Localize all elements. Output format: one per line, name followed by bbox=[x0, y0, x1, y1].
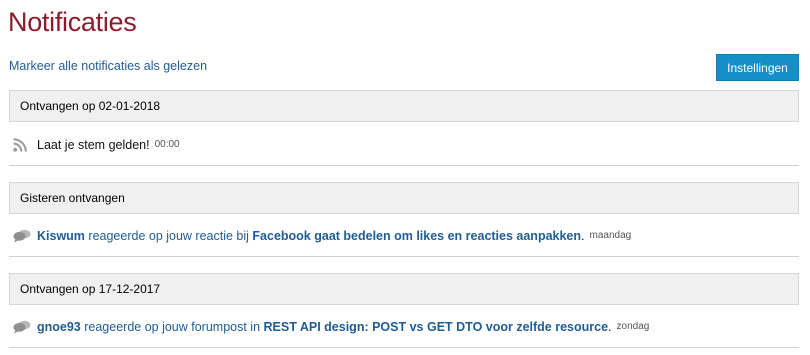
notifications-page: Notificaties Markeer alle notificaties a… bbox=[0, 0, 810, 355]
group-header: Ontvangen op 17-12-2017 bbox=[9, 273, 799, 305]
notification-user-link[interactable]: Kiswum bbox=[37, 229, 85, 243]
settings-button[interactable]: Instellingen bbox=[716, 54, 799, 81]
notification-user-link[interactable]: gnoe93 bbox=[37, 320, 81, 334]
notification-time: maandag bbox=[589, 230, 632, 241]
notification-message: Laat je stem gelden! bbox=[37, 137, 150, 152]
rss-icon bbox=[13, 137, 31, 153]
notification-item[interactable]: gnoe93 reageerde op jouw forumpost in RE… bbox=[9, 306, 799, 348]
notification-time: 00:00 bbox=[154, 139, 180, 150]
notification-period: . bbox=[581, 228, 585, 243]
comments-icon bbox=[13, 319, 31, 335]
comments-icon bbox=[13, 228, 31, 244]
notification-item[interactable]: Laat je stem gelden! 00:00 bbox=[9, 124, 799, 166]
group-header: Gisteren ontvangen bbox=[9, 182, 799, 214]
notification-subject-link[interactable]: Facebook gaat bedelen om likes en reacti… bbox=[252, 229, 581, 243]
group-header: Ontvangen op 02-01-2018 bbox=[9, 90, 799, 122]
page-title: Notificaties bbox=[8, 7, 137, 37]
mark-all-read-link[interactable]: Markeer alle notificaties als gelezen bbox=[9, 59, 207, 73]
notification-subject-link[interactable]: REST API design: POST vs GET DTO voor ze… bbox=[264, 320, 609, 334]
notification-action-text: reageerde op jouw forumpost in bbox=[80, 319, 264, 334]
notification-period: . bbox=[608, 319, 612, 334]
notification-action-text: reageerde op jouw reactie bij bbox=[84, 228, 253, 243]
notification-time: zondag bbox=[616, 321, 650, 332]
notification-item[interactable]: Kiswum reageerde op jouw reactie bij Fac… bbox=[9, 215, 799, 257]
